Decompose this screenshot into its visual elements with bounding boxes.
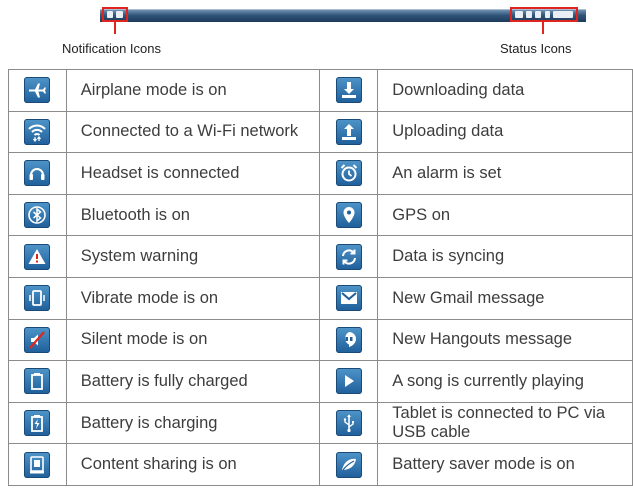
description-text: Headset is connected	[65, 152, 321, 195]
description-text: New Gmail message	[377, 276, 633, 320]
gmail-icon	[335, 285, 362, 312]
icon-cell	[319, 401, 379, 445]
icon-cell	[319, 69, 379, 112]
table-row: Content sharing is on Battery saver mode …	[8, 443, 633, 486]
wifi-icon	[24, 118, 51, 145]
table-row: Battery is fully charged A song is curren…	[8, 360, 633, 403]
table-row: Bluetooth is on GPS on	[8, 193, 633, 237]
icon-cell	[8, 276, 67, 320]
warning-icon	[24, 243, 51, 270]
description-text: Vibrate mode is on	[65, 276, 321, 320]
description-text: An alarm is set	[377, 152, 633, 195]
icon-cell	[8, 401, 67, 445]
description-text: Connected to a Wi-Fi network	[65, 110, 321, 154]
description-text: A song is currently playing	[377, 360, 633, 403]
icon-cell	[8, 360, 67, 403]
icon-cell	[319, 318, 379, 362]
icon-cell	[8, 443, 67, 486]
description-text: Silent mode is on	[65, 318, 321, 362]
icon-cell	[8, 152, 67, 195]
table-row: Silent mode is on New Hangouts message	[8, 318, 633, 362]
icon-legend-table: Airplane mode is on Downloading data Conne…	[8, 69, 633, 486]
icon-cell	[319, 110, 379, 154]
description-text: Airplane mode is on	[65, 69, 321, 112]
description-text: Tablet is connected to PC via USB cable	[377, 401, 633, 445]
description-text: Battery is charging	[65, 401, 321, 445]
usb-icon	[335, 410, 362, 437]
description-text: New Hangouts message	[377, 318, 633, 362]
description-text: Uploading data	[377, 110, 633, 154]
alarm-icon	[335, 160, 362, 187]
notification-callout-line	[114, 22, 116, 34]
bluetooth-icon	[24, 202, 51, 229]
description-text: Content sharing is on	[65, 443, 321, 486]
table-row: Vibrate mode is on New Gmail message	[8, 276, 633, 320]
battery-charging-icon	[24, 410, 51, 437]
icon-cell	[8, 318, 67, 362]
description-text: GPS on	[377, 193, 633, 237]
vibrate-icon	[24, 285, 51, 312]
icon-cell	[8, 110, 67, 154]
notification-icons-label: Notification Icons	[62, 41, 161, 56]
description-text: Bluetooth is on	[65, 193, 321, 237]
silent-icon	[24, 326, 51, 353]
icon-cell	[8, 235, 67, 278]
status-callout-line	[542, 22, 544, 34]
airplane-icon	[24, 77, 51, 104]
description-text: Battery is fully charged	[65, 360, 321, 403]
description-text: Battery saver mode is on	[377, 443, 633, 486]
gps-icon	[335, 202, 362, 229]
table-row: Connected to a Wi-Fi network Uploading da…	[8, 110, 633, 154]
icon-cell	[319, 443, 379, 486]
sync-icon	[335, 243, 362, 270]
play-icon	[335, 368, 362, 395]
battery-full-icon	[24, 368, 51, 395]
table-row: Battery is charging Tablet is connected t…	[8, 401, 633, 445]
description-text: Data is syncing	[377, 235, 633, 278]
description-text: Downloading data	[377, 69, 633, 112]
upload-icon	[335, 118, 362, 145]
status-highlight-box	[510, 7, 578, 22]
table-row: Headset is connected An alarm is set	[8, 152, 633, 195]
content-sharing-icon	[24, 451, 51, 478]
table-row: System warning Data is syncing	[8, 235, 633, 278]
icon-cell	[319, 360, 379, 403]
status-icons-label: Status Icons	[500, 41, 572, 56]
download-icon	[335, 77, 362, 104]
hangouts-icon	[335, 326, 362, 353]
icon-cell	[8, 193, 67, 237]
icon-cell	[8, 69, 67, 112]
icon-cell	[319, 235, 379, 278]
icon-cell	[319, 193, 379, 237]
table-row: Airplane mode is on Downloading data	[8, 69, 633, 112]
description-text: System warning	[65, 235, 321, 278]
headset-icon	[24, 160, 51, 187]
battery-saver-icon	[335, 451, 362, 478]
icon-cell	[319, 152, 379, 195]
notification-highlight-box	[102, 7, 128, 22]
icon-cell	[319, 276, 379, 320]
